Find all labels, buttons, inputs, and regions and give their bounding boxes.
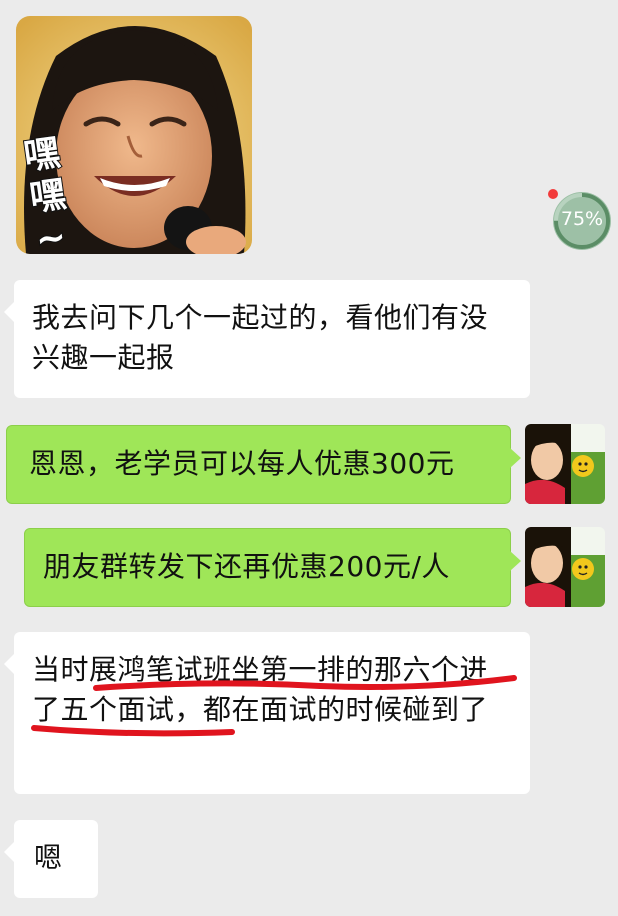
upload-progress-indicator: 75% bbox=[551, 190, 613, 252]
avatar-image bbox=[525, 527, 605, 607]
message-text: 恩恩，老学员可以每人优惠300元 bbox=[29, 447, 455, 480]
received-message[interactable]: 嗯 bbox=[4, 820, 98, 898]
my-avatar[interactable] bbox=[525, 424, 605, 504]
message-text: 朋友群转发下还再优惠200元/人 bbox=[43, 550, 450, 583]
received-message[interactable]: 当时展鸿笔试班坐第一排的那六个进了五个面试，都在面试的时候碰到了 bbox=[4, 632, 530, 794]
message-text: 当时展鸿笔试班坐第一排的那六个进了五个面试，都在面试的时候碰到了 bbox=[32, 653, 489, 726]
progress-percent: 75% bbox=[560, 208, 604, 230]
message-text: 嗯 bbox=[34, 841, 63, 874]
message-text: 我去问下几个一起过的，看他们有没兴趣一起报 bbox=[32, 301, 489, 374]
sent-message[interactable]: 朋友群转发下还再优惠200元/人 bbox=[24, 528, 521, 607]
avatar-image bbox=[525, 424, 605, 504]
received-message[interactable]: 我去问下几个一起过的，看他们有没兴趣一起报 bbox=[4, 280, 530, 398]
sent-message[interactable]: 恩恩，老学员可以每人优惠300元 bbox=[6, 425, 521, 504]
chat-window: 嘿嘿~ 75% 我去问下几个一起过的，看他们有没兴趣一起报 恩恩，老学员可以每人… bbox=[0, 0, 618, 916]
sticker-image[interactable]: 嘿嘿~ bbox=[16, 16, 252, 254]
my-avatar[interactable] bbox=[525, 527, 605, 607]
